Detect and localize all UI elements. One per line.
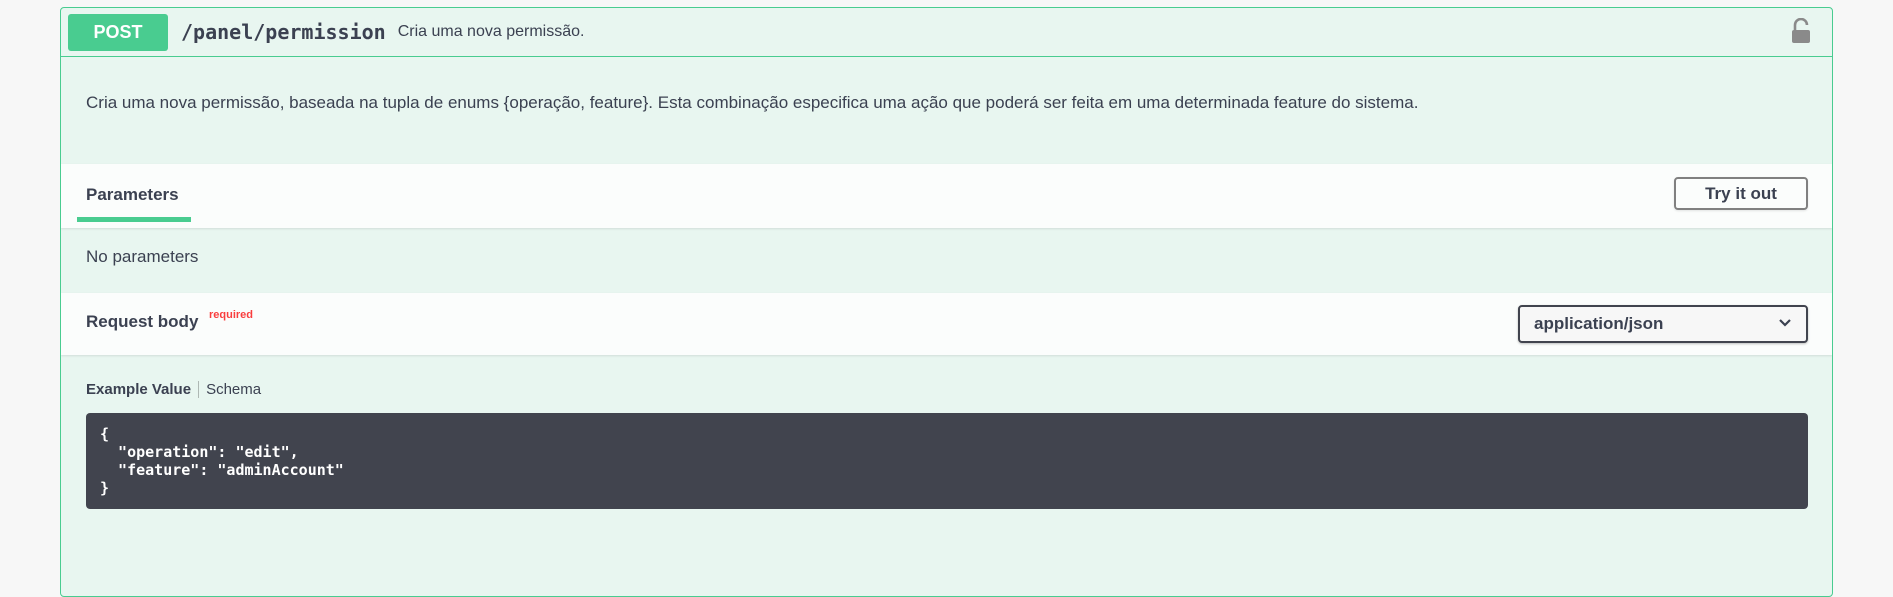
no-parameters-text: No parameters: [86, 247, 199, 266]
operation-path: /panel/permission: [181, 20, 386, 44]
operation-summary-text: Cria uma nova permissão.: [397, 23, 585, 40]
request-body-title: Request body: [86, 312, 199, 331]
tab-schema[interactable]: Schema: [199, 381, 261, 398]
chevron-down-icon: [1778, 315, 1792, 333]
parameters-header: Parameters Try it out: [61, 164, 1832, 228]
operation-summary[interactable]: POST /panel/permission Cria uma nova per…: [61, 8, 1832, 57]
tab-example-value[interactable]: Example Value: [86, 381, 200, 398]
operation-description: Cria uma nova permissão, baseada na tupl…: [86, 93, 1419, 112]
required-badge: required: [209, 309, 254, 321]
method-badge: POST: [68, 13, 168, 51]
tab-active-indicator: [77, 217, 191, 222]
content-type-select[interactable]: application/json: [1518, 305, 1808, 343]
content-type-value: application/json: [1534, 314, 1664, 333]
model-tabs: Example Value Schema: [86, 381, 261, 398]
example-value-code: { "operation": "edit", "feature": "admin…: [86, 413, 1808, 509]
unlocked-padlock-icon[interactable]: [1790, 17, 1812, 44]
try-it-out-button[interactable]: Try it out: [1674, 177, 1808, 210]
tab-parameters[interactable]: Parameters: [86, 185, 179, 205]
operation-block: POST /panel/permission Cria uma nova per…: [60, 7, 1833, 597]
request-body-header: Request body required application/json: [61, 293, 1832, 355]
